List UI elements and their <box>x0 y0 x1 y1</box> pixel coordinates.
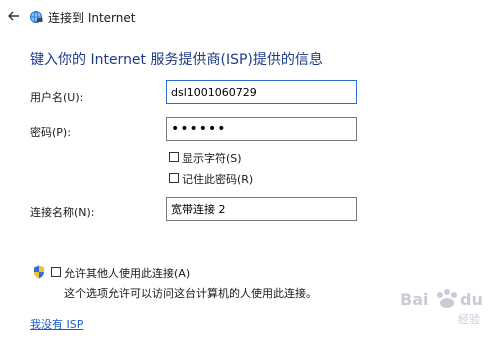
connection-name-field[interactable] <box>166 197 357 221</box>
remember-password-label: 记住此密码(R) <box>182 173 254 186</box>
svg-text:Bai: Bai <box>400 290 428 309</box>
svg-text:经验: 经验 <box>458 312 480 326</box>
username-field[interactable] <box>166 80 357 104</box>
network-globe-icon <box>29 9 43 23</box>
back-button[interactable] <box>6 8 22 24</box>
connection-name-label: 连接名称(N): <box>30 206 95 219</box>
show-chars-label: 显示字符(S) <box>182 152 242 165</box>
password-field[interactable] <box>166 117 357 141</box>
uac-shield-icon <box>33 264 45 279</box>
no-isp-link[interactable]: 我没有 ISP <box>30 316 83 332</box>
arrow-left-icon <box>8 11 19 21</box>
allow-others-checkbox[interactable] <box>51 267 61 277</box>
username-label: 用户名(U): <box>30 91 84 104</box>
page-heading: 键入你的 Internet 服务提供商(ISP)提供的信息 <box>30 52 323 68</box>
show-chars-checkbox[interactable] <box>169 152 179 162</box>
password-label: 密码(P): <box>30 126 71 139</box>
allow-others-note: 这个选项允许可以访问这台计算机的人使用此连接。 <box>64 287 317 300</box>
allow-others-label: 允许其他人使用此连接(A) <box>64 267 191 280</box>
baidu-watermark-logo: Bai du 经验 <box>398 283 498 327</box>
window-title: 连接到 Internet <box>48 11 136 25</box>
svg-text:du: du <box>460 290 483 309</box>
remember-password-checkbox[interactable] <box>169 173 179 183</box>
